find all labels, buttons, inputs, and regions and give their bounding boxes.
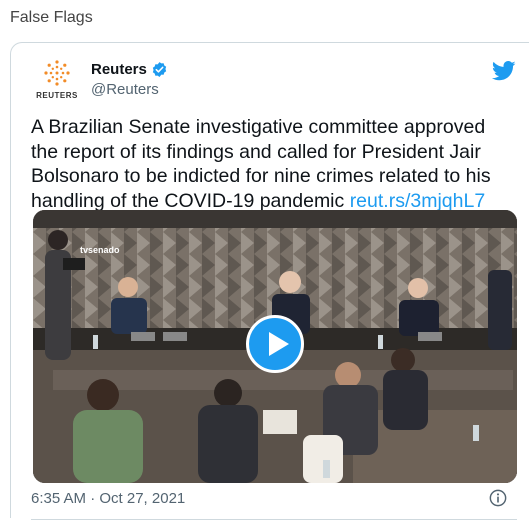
reuters-logo-icon <box>44 60 70 86</box>
verified-badge-icon <box>152 62 167 77</box>
avatar[interactable]: REUTERS <box>33 57 81 105</box>
tweet-video[interactable]: tvsenado <box>33 210 517 483</box>
tweet-timestamp[interactable]: 6:35 AM · Oct 27, 2021 <box>31 490 185 507</box>
play-icon <box>269 332 289 356</box>
avatar-wordmark: REUTERS <box>36 91 78 100</box>
page-label: False Flags <box>10 9 93 26</box>
display-name[interactable]: Reuters <box>91 61 147 78</box>
handle[interactable]: @Reuters <box>91 81 159 98</box>
tweet-link[interactable]: reut.rs/3mjqhL7 <box>350 190 485 212</box>
embedded-tweet[interactable]: REUTERS Reuters @Reuters A Brazilian Sen… <box>10 42 529 520</box>
tweet-text: A Brazilian Senate investigative committ… <box>31 115 516 213</box>
video-watermark: tvsenado <box>80 245 120 255</box>
play-button[interactable] <box>246 315 304 373</box>
twitter-bird-icon[interactable] <box>492 61 516 81</box>
info-icon[interactable] <box>489 489 507 507</box>
